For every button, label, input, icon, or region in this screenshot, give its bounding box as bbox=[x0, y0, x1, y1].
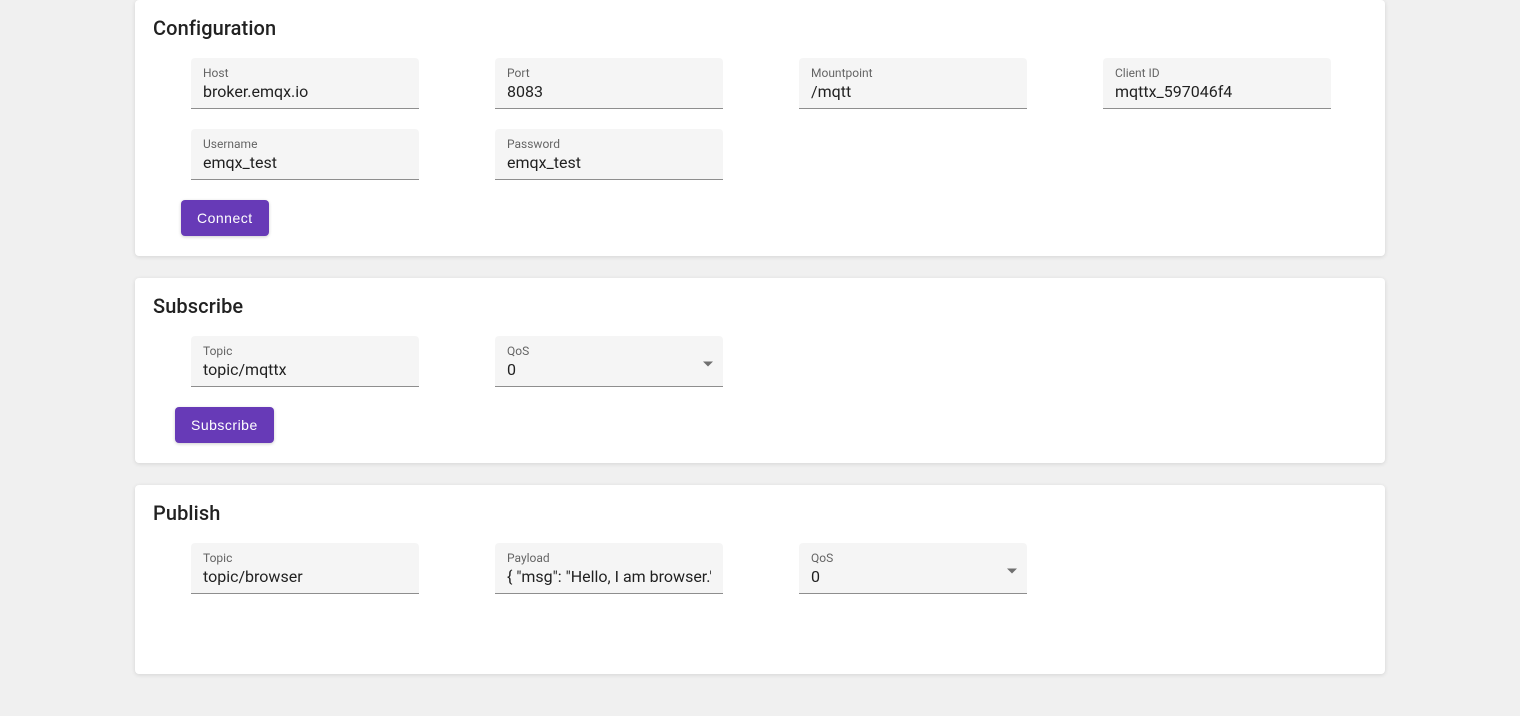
host-label: Host bbox=[203, 66, 407, 80]
clientid-label: Client ID bbox=[1115, 66, 1319, 80]
subscribe-qos-label: QoS bbox=[507, 344, 711, 358]
config-row-1: Host Port Mountpoint Client ID bbox=[153, 58, 1367, 109]
publish-qos-select[interactable] bbox=[811, 567, 1015, 587]
subscribe-title: Subscribe bbox=[153, 294, 1367, 318]
port-label: Port bbox=[507, 66, 711, 80]
connect-button-row: Connect bbox=[153, 200, 1367, 236]
password-label: Password bbox=[507, 137, 711, 151]
subscribe-topic-field[interactable]: Topic bbox=[191, 336, 419, 387]
username-input[interactable] bbox=[203, 153, 407, 173]
connect-button[interactable]: Connect bbox=[181, 200, 269, 236]
publish-topic-field[interactable]: Topic bbox=[191, 543, 419, 594]
publish-topic-label: Topic bbox=[203, 551, 407, 565]
publish-topic-input[interactable] bbox=[203, 567, 407, 587]
publish-payload-input[interactable] bbox=[507, 567, 711, 587]
publish-payload-label: Payload bbox=[507, 551, 711, 565]
publish-card: Publish Topic Payload QoS bbox=[135, 485, 1385, 674]
host-field[interactable]: Host bbox=[191, 58, 419, 109]
mountpoint-input[interactable] bbox=[811, 82, 1015, 102]
subscribe-qos-select[interactable] bbox=[507, 360, 711, 380]
config-row-2: Username Password bbox=[153, 129, 1367, 180]
subscribe-button-row: Subscribe bbox=[153, 407, 1367, 443]
host-input[interactable] bbox=[203, 82, 407, 102]
subscribe-card: Subscribe Topic QoS Subscribe bbox=[135, 278, 1385, 463]
publish-row: Topic Payload QoS bbox=[153, 543, 1367, 594]
subscribe-topic-input[interactable] bbox=[203, 360, 407, 380]
publish-payload-field[interactable]: Payload bbox=[495, 543, 723, 594]
clientid-field[interactable]: Client ID bbox=[1103, 58, 1331, 109]
publish-qos-field[interactable]: QoS bbox=[799, 543, 1027, 594]
publish-qos-label: QoS bbox=[811, 551, 1015, 565]
subscribe-topic-label: Topic bbox=[203, 344, 407, 358]
username-field[interactable]: Username bbox=[191, 129, 419, 180]
username-label: Username bbox=[203, 137, 407, 151]
clientid-input[interactable] bbox=[1115, 82, 1319, 102]
port-field[interactable]: Port bbox=[495, 58, 723, 109]
mountpoint-label: Mountpoint bbox=[811, 66, 1015, 80]
subscribe-button[interactable]: Subscribe bbox=[175, 407, 274, 443]
configuration-card: Configuration Host Port Mountpoint Clien… bbox=[135, 0, 1385, 256]
publish-title: Publish bbox=[153, 501, 1367, 525]
subscribe-qos-field[interactable]: QoS bbox=[495, 336, 723, 387]
mountpoint-field[interactable]: Mountpoint bbox=[799, 58, 1027, 109]
password-field[interactable]: Password bbox=[495, 129, 723, 180]
password-input[interactable] bbox=[507, 153, 711, 173]
port-input[interactable] bbox=[507, 82, 711, 102]
subscribe-row: Topic QoS bbox=[153, 336, 1367, 387]
configuration-title: Configuration bbox=[153, 16, 1367, 40]
